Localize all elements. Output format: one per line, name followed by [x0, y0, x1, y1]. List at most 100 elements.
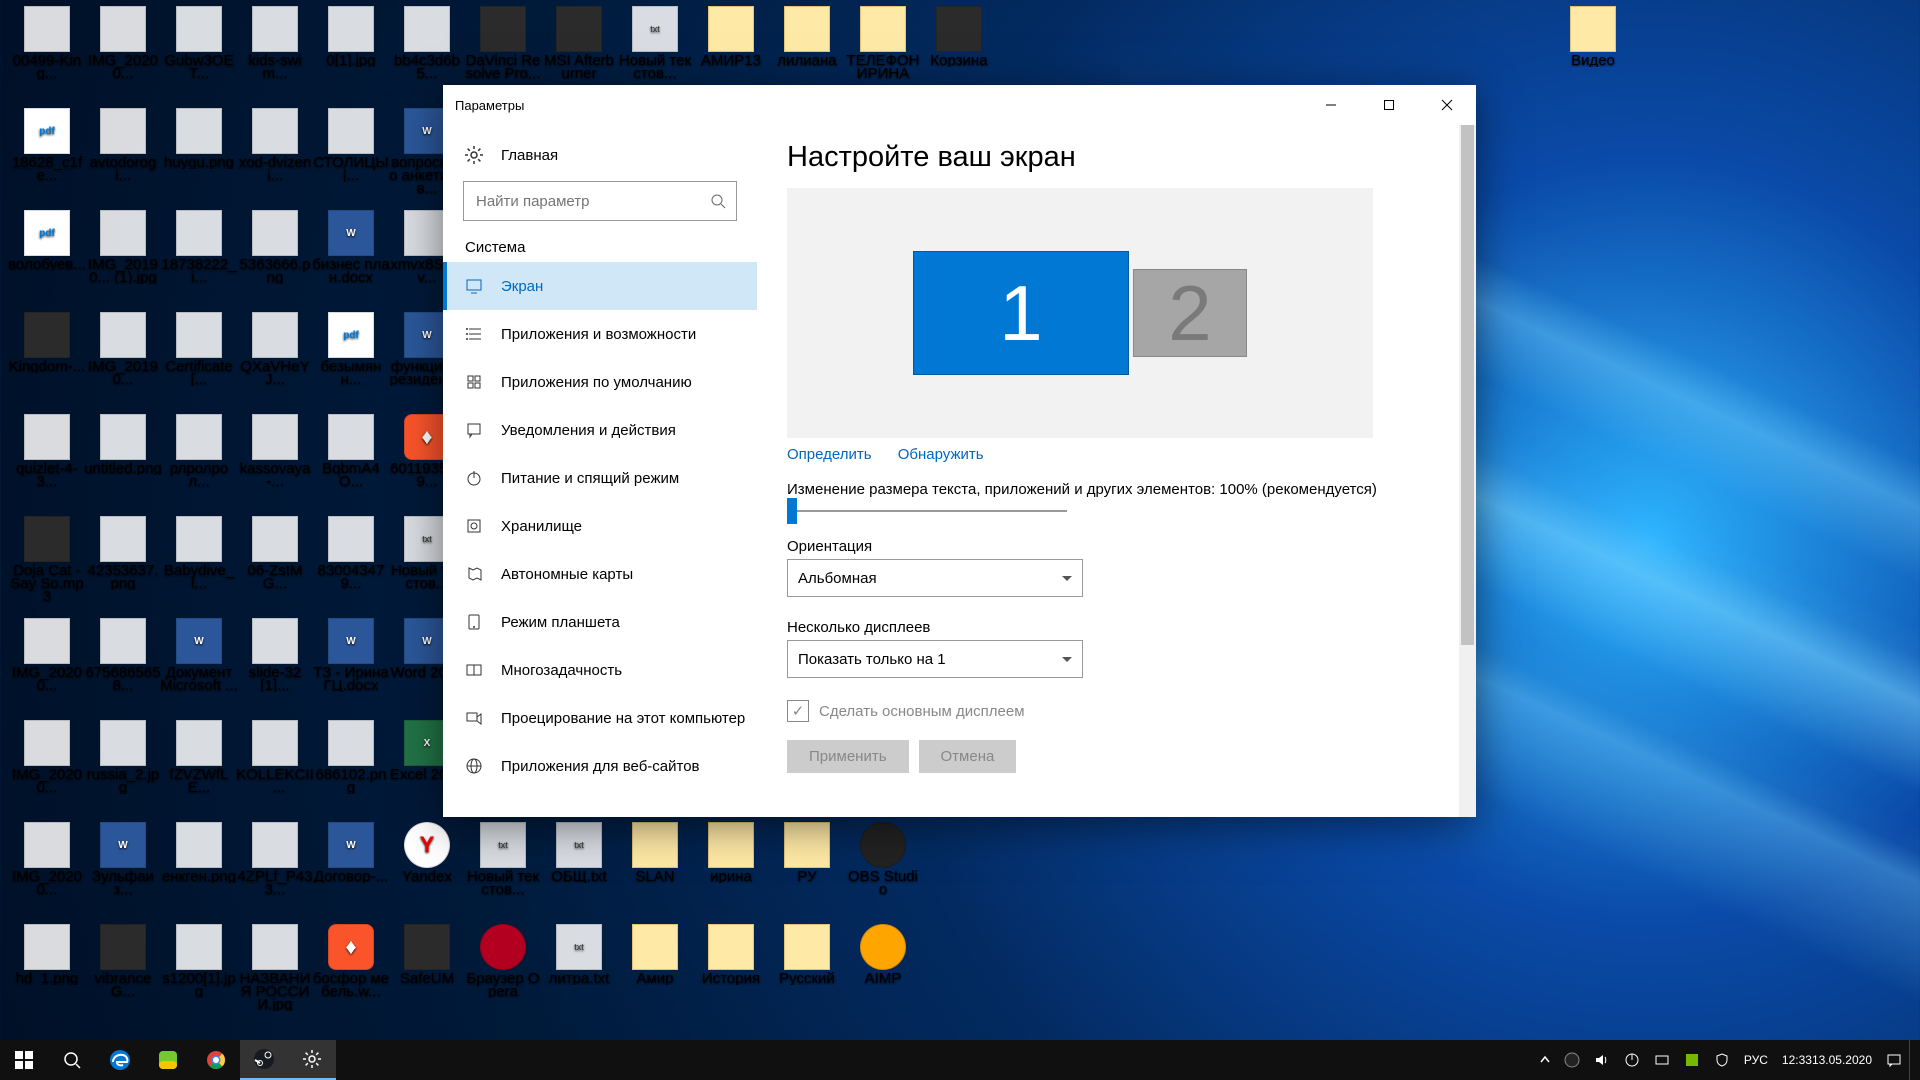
desktop-icon[interactable]: Kingdom-...: [8, 312, 86, 377]
desktop-icon[interactable]: 0[1].jpg: [312, 6, 390, 71]
desktop-icon[interactable]: Амир: [616, 924, 694, 989]
nav-item-display[interactable]: Экран: [443, 262, 757, 310]
desktop-icon[interactable]: YYandex: [388, 822, 466, 887]
desktop-icon[interactable]: 830043479...: [312, 516, 390, 594]
desktop-icon[interactable]: bb4c3d6b5...: [388, 6, 466, 84]
desktop-icon[interactable]: лилиана: [768, 6, 846, 71]
desktop-icon[interactable]: IMG_20200...: [8, 618, 86, 696]
desktop-icon[interactable]: 18738222_i...: [160, 210, 238, 288]
desktop-icon[interactable]: РУ: [768, 822, 846, 887]
tray-overflow[interactable]: [1533, 1040, 1557, 1080]
desktop-icon[interactable]: IMG_20200...: [84, 6, 162, 84]
desktop-icon-video[interactable]: Видео: [1554, 6, 1632, 71]
desktop-icon[interactable]: 4ZPLf_P433...: [236, 822, 314, 900]
desktop-icon[interactable]: WДокумент Microsoft ...: [160, 618, 238, 696]
desktop-icon[interactable]: WЗульфаиз...: [84, 822, 162, 900]
desktop-icon[interactable]: fZVZWfLE...: [160, 720, 238, 798]
desktop-icon[interactable]: Doja Cat - Say So.mp3: [8, 516, 86, 607]
tray-network-icon[interactable]: [1647, 1040, 1677, 1080]
tray-nvidia-icon[interactable]: [1677, 1040, 1707, 1080]
desktop-icon[interactable]: 42353637.png: [84, 516, 162, 594]
action-center-icon[interactable]: [1879, 1040, 1909, 1080]
desktop-icon[interactable]: 00499-King...: [8, 6, 86, 84]
monitor-1[interactable]: 1: [913, 251, 1129, 375]
taskbar-search[interactable]: [48, 1040, 96, 1080]
desktop-icon[interactable]: s1200[1].jpg: [160, 924, 238, 1002]
search-input[interactable]: [474, 192, 710, 211]
desktop-icon[interactable]: Корзина: [920, 6, 998, 71]
desktop-icon[interactable]: IMG_20200...: [8, 720, 86, 798]
desktop-icon[interactable]: ♦босфор мебель.w...: [312, 924, 390, 1002]
taskbar-bluestacks[interactable]: [144, 1040, 192, 1080]
nav-item-project[interactable]: Проецирование на этот компьютер: [443, 694, 757, 742]
desktop-icon[interactable]: txtлитра.txt: [540, 924, 618, 989]
desktop-icon[interactable]: SLAN: [616, 822, 694, 887]
desktop-icon[interactable]: История: [692, 924, 770, 989]
show-desktop-button[interactable]: [1909, 1040, 1916, 1080]
tray-clock[interactable]: 12:3313.05.2020: [1775, 1040, 1879, 1080]
identify-link[interactable]: Определить: [787, 446, 872, 463]
desktop-icon[interactable]: Gubw3OET...: [160, 6, 238, 84]
taskbar-chrome[interactable]: [192, 1040, 240, 1080]
scrollbar[interactable]: [1459, 125, 1476, 817]
taskbar-steam[interactable]: [240, 1040, 288, 1080]
desktop-icon[interactable]: енкген.png: [160, 822, 238, 887]
tray-msi-icon[interactable]: [1617, 1040, 1647, 1080]
desktop-icon[interactable]: ТЕЛЕФОН ИРИНА: [844, 6, 922, 84]
desktop-icon[interactable]: WТЗ - Ирина ГЦ.docx: [312, 618, 390, 696]
nav-item-webapps[interactable]: Приложения для веб-сайтов: [443, 742, 757, 790]
desktop-icon[interactable]: СТОЛИЦЫ|...: [312, 108, 390, 186]
nav-item-multi[interactable]: Многозадачность: [443, 646, 757, 694]
desktop-icon[interactable]: MSI Afterburner: [540, 6, 618, 84]
desktop-icon[interactable]: IMG_20200...: [8, 822, 86, 900]
start-button[interactable]: [0, 1040, 48, 1080]
maximize-button[interactable]: [1360, 85, 1418, 125]
titlebar[interactable]: Параметры: [443, 85, 1476, 125]
desktop-icon[interactable]: 6756865658...: [84, 618, 162, 696]
desktop-icon[interactable]: 5363666.png: [236, 210, 314, 288]
desktop-icon[interactable]: russia_2.jpg: [84, 720, 162, 798]
desktop-icon[interactable]: quizlet-4-3...: [8, 414, 86, 492]
taskbar-settings[interactable]: [288, 1040, 336, 1080]
minimize-button[interactable]: [1302, 85, 1360, 125]
nav-item-apps[interactable]: Приложения и возможности: [443, 310, 757, 358]
home-button[interactable]: Главная: [443, 133, 757, 177]
desktop-icon[interactable]: txtНовый текстов...: [464, 822, 542, 900]
desktop-icon[interactable]: BqbmA4O...: [312, 414, 390, 492]
tray-language[interactable]: РУС: [1737, 1040, 1775, 1080]
desktop-icon[interactable]: SafeUM: [388, 924, 466, 989]
desktop-icon[interactable]: vibranceG...: [84, 924, 162, 1002]
scrollbar-thumb[interactable]: [1461, 125, 1474, 645]
desktop-icon[interactable]: xod-dvizeni...: [236, 108, 314, 186]
multi-display-combo[interactable]: Показать только на 1: [787, 640, 1083, 678]
nav-item-storage[interactable]: Хранилище: [443, 502, 757, 550]
nav-item-power[interactable]: Питание и спящий режим: [443, 454, 757, 502]
detect-link[interactable]: Обнаружить: [898, 446, 984, 463]
nav-item-default[interactable]: Приложения по умолчанию: [443, 358, 757, 406]
desktop-icon[interactable]: АМИР13: [692, 6, 770, 71]
search-box[interactable]: [463, 181, 737, 221]
monitor-2[interactable]: 2: [1133, 269, 1247, 357]
close-button[interactable]: [1418, 85, 1476, 125]
nav-item-maps[interactable]: Автономные карты: [443, 550, 757, 598]
desktop-icon[interactable]: slide-32[1]...: [236, 618, 314, 696]
desktop-icon[interactable]: WДоговор-...: [312, 822, 390, 887]
desktop-icon[interactable]: QXaVHeYJ...: [236, 312, 314, 390]
desktop-icon[interactable]: Браузер Opera: [464, 924, 542, 1002]
desktop-icon[interactable]: KOLLEKCII_...: [236, 720, 314, 798]
desktop-icon[interactable]: untitled.png: [84, 414, 162, 479]
desktop-icon[interactable]: pdfволобуев...: [8, 210, 86, 275]
taskbar-edge[interactable]: [96, 1040, 144, 1080]
display-arrangement[interactable]: 1 2: [787, 188, 1373, 438]
desktop-icon[interactable]: 06-ZstMG...: [236, 516, 314, 594]
desktop-icon[interactable]: txtНовый текстов...: [616, 6, 694, 84]
tray-volume-icon[interactable]: [1587, 1040, 1617, 1080]
tray-steam-icon[interactable]: [1557, 1040, 1587, 1080]
desktop-icon[interactable]: Certificate[...: [160, 312, 238, 390]
desktop-icon[interactable]: pdfбезымянн...: [312, 312, 390, 390]
desktop-icon[interactable]: рлролрол...: [160, 414, 238, 492]
desktop-icon[interactable]: pdf18628_c1fe...: [8, 108, 86, 186]
desktop-icon[interactable]: IMG_20190... (1).jpg: [84, 210, 162, 288]
tray-defender-icon[interactable]: [1707, 1040, 1737, 1080]
desktop-icon[interactable]: Wбизнес план.docx: [312, 210, 390, 288]
